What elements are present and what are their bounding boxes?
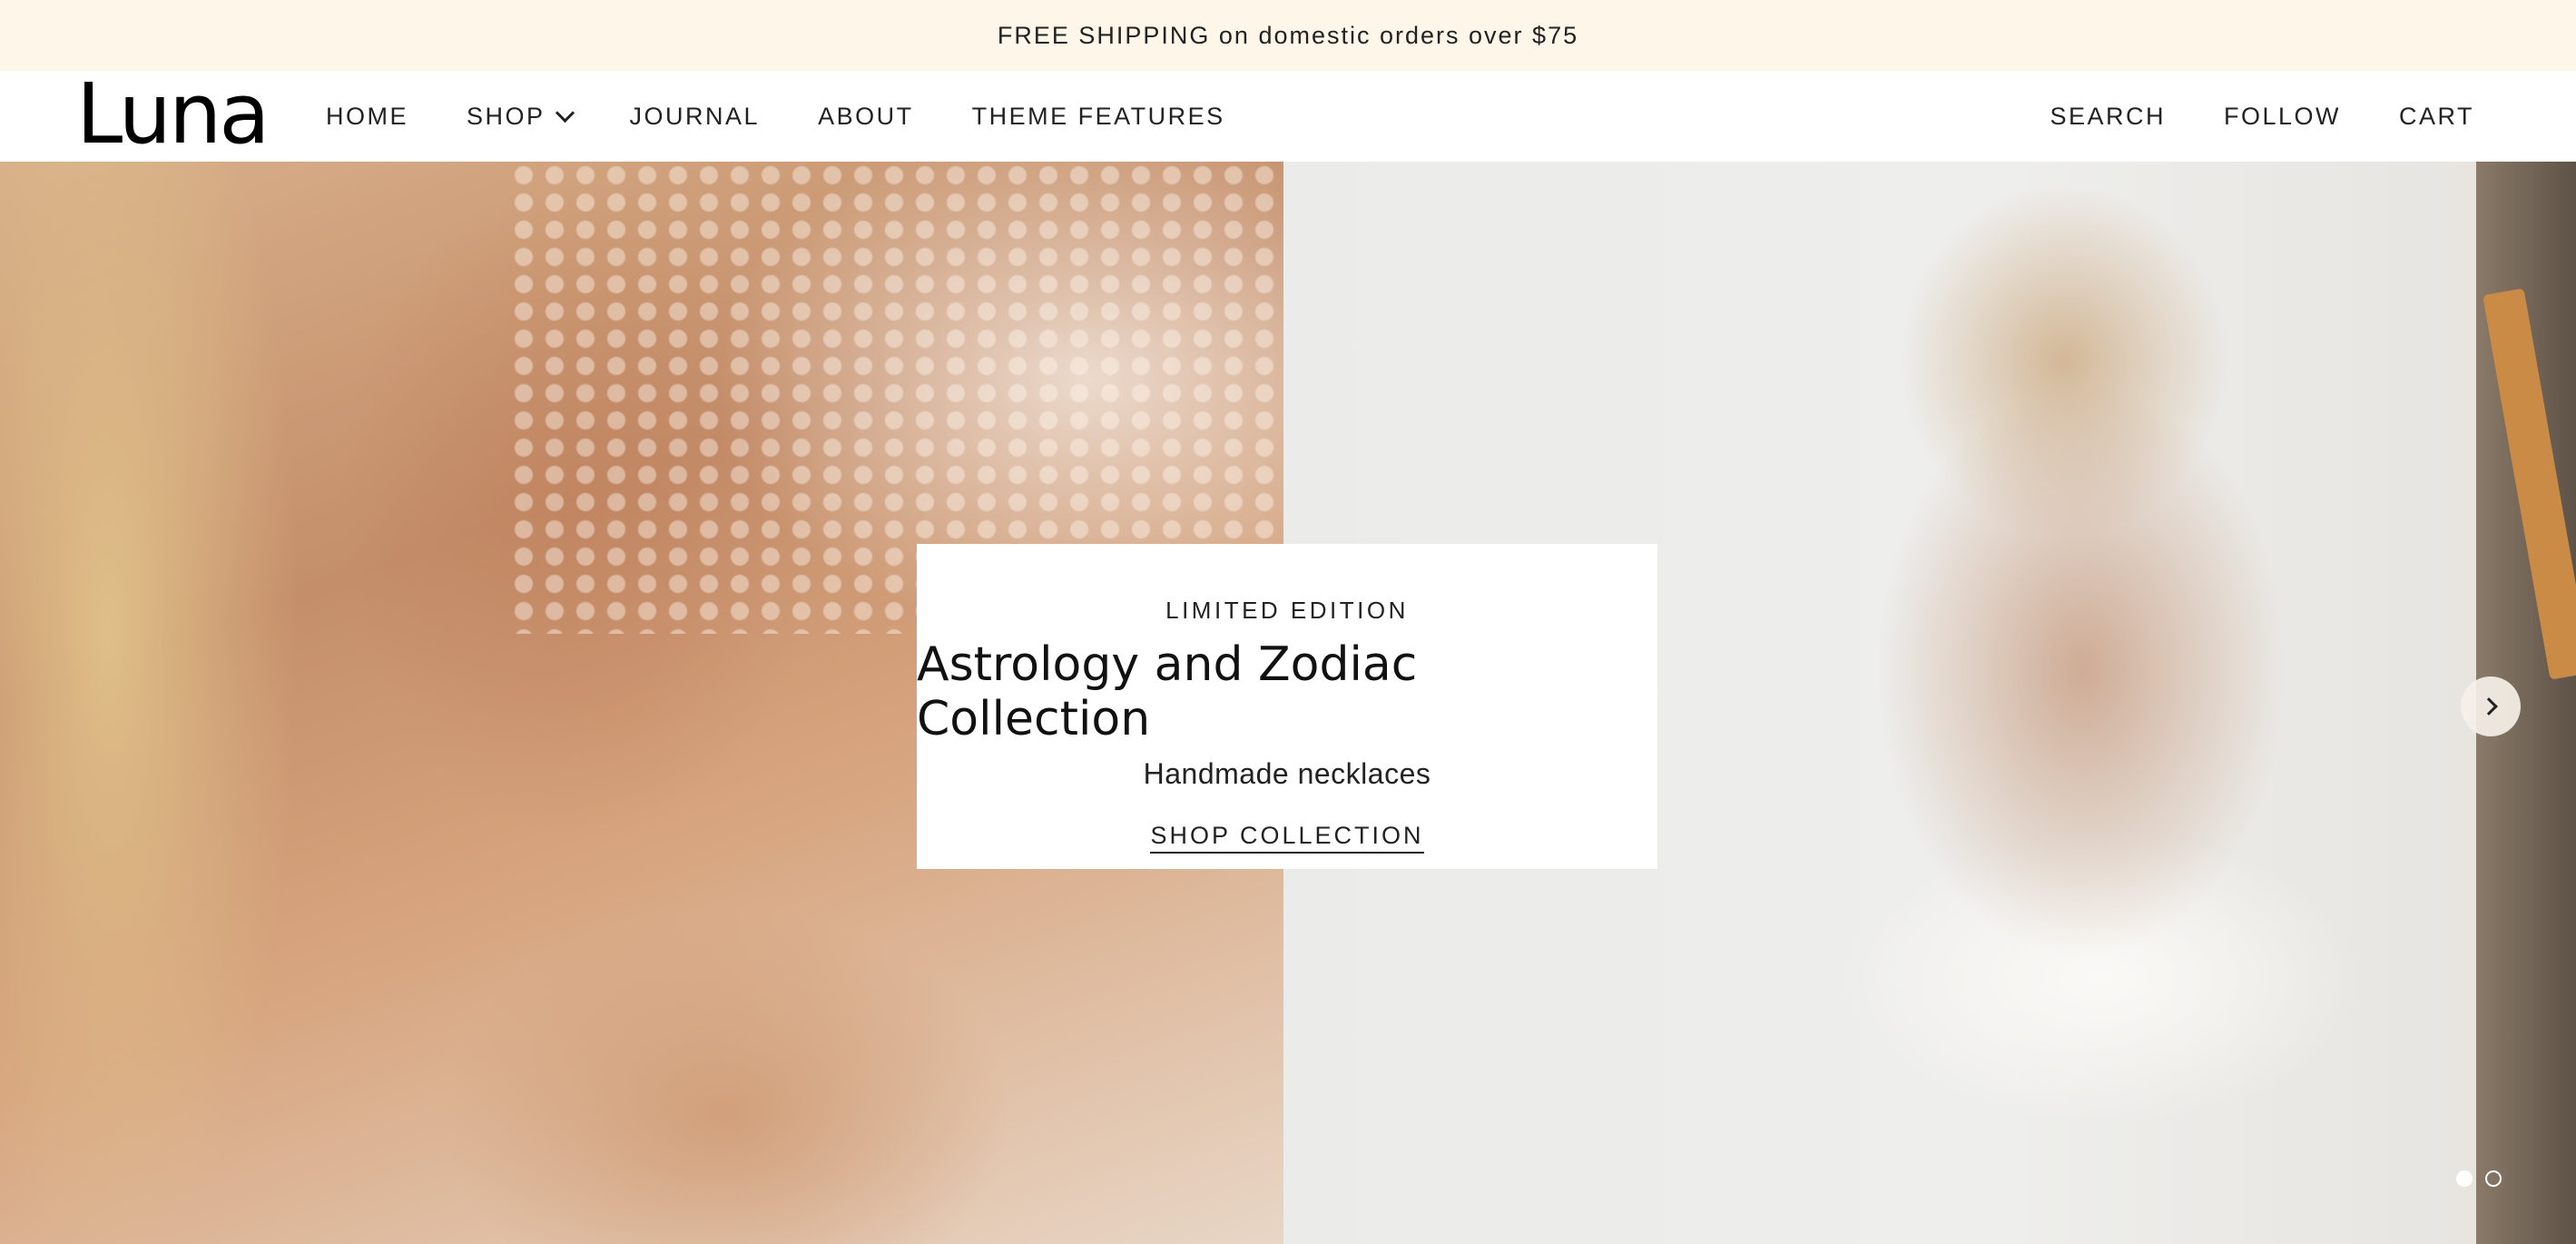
logo[interactable]: Luna	[76, 73, 270, 156]
nav-search-label: SEARCH	[2050, 102, 2166, 130]
nav-cart-label: CART	[2398, 102, 2474, 130]
nav-about-label: ABOUT	[818, 102, 914, 130]
site-header: Luna HOME SHOP JOURNAL ABOUT THEME FEATU…	[0, 71, 2576, 162]
slide-dot-1[interactable]	[2456, 1170, 2473, 1187]
nav-follow[interactable]: FOLLOW	[2224, 103, 2341, 131]
nav-home-label: HOME	[326, 102, 408, 130]
chevron-down-icon	[555, 103, 575, 123]
slide-dot-2[interactable]	[2485, 1170, 2502, 1187]
chevron-right-icon	[2480, 697, 2498, 716]
nav-theme-features-label: THEME FEATURES	[971, 102, 1225, 130]
hero-subtitle: Handmade necklaces	[1143, 757, 1431, 790]
utility-nav: SEARCH FOLLOW CART	[2050, 71, 2474, 162]
hero-text-card: LIMITED EDITION Astrology and Zodiac Col…	[917, 544, 1657, 869]
hero-slideshow: LIMITED EDITION Astrology and Zodiac Col…	[0, 162, 2576, 1244]
hero-eyebrow: LIMITED EDITION	[1165, 597, 1409, 624]
nav-cart[interactable]: CART	[2399, 103, 2474, 131]
slideshow-next-button[interactable]	[2461, 676, 2521, 736]
announcement-text: FREE SHIPPING on domestic orders over $7…	[997, 21, 1579, 49]
nav-search[interactable]: SEARCH	[2050, 103, 2166, 131]
nav-follow-label: FOLLOW	[2223, 102, 2341, 130]
nav-shop[interactable]: SHOP	[467, 102, 575, 131]
announcement-bar: FREE SHIPPING on domestic orders over $7…	[0, 0, 2576, 71]
nav-home[interactable]: HOME	[326, 103, 408, 131]
nav-shop-label: SHOP	[467, 102, 546, 130]
slideshow-dots	[2456, 1170, 2502, 1187]
nav-theme-features[interactable]: THEME FEATURES	[972, 103, 1225, 131]
main-nav: HOME SHOP JOURNAL ABOUT THEME FEATURES	[326, 71, 1225, 162]
hero-title: Astrology and Zodiac Collection	[917, 637, 1418, 746]
nav-journal[interactable]: JOURNAL	[630, 103, 761, 131]
nav-about[interactable]: ABOUT	[818, 103, 914, 131]
nav-journal-label: JOURNAL	[629, 102, 761, 130]
shop-collection-link[interactable]: SHOP COLLECTION	[1150, 822, 1424, 854]
